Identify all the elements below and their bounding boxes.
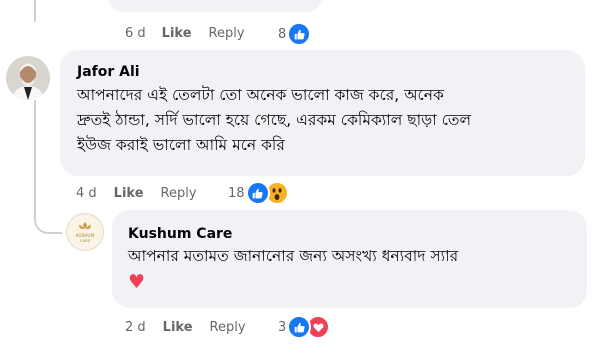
like-reaction-icon bbox=[287, 315, 312, 339]
thread-line-comment1 bbox=[34, 100, 36, 205]
previous-comment-bubble bbox=[108, 0, 322, 12]
like-button[interactable]: Like bbox=[114, 186, 144, 201]
like-button[interactable]: Like bbox=[163, 320, 193, 335]
avatar-kushum-care[interactable]: KUSHUM CARE bbox=[66, 213, 104, 251]
reaction-count: 18 bbox=[228, 185, 245, 201]
reactions-summary[interactable]: 18 bbox=[228, 181, 289, 205]
previous-comment-actions: 6 d Like Reply bbox=[125, 26, 245, 41]
reply-bubble-kushum-care: Kushum Care আপনার মতামত জানানোর জন্য অসং… bbox=[112, 210, 587, 308]
reply-text: আপনার মতামত জানানোর জন্য অসংখ্য ধন্যবাদ … bbox=[128, 247, 459, 265]
reply-button[interactable]: Reply bbox=[210, 320, 246, 335]
reactions-summary[interactable]: 3 bbox=[278, 315, 331, 339]
reaction-count: 8 bbox=[278, 26, 287, 42]
heart-emoji: ♥ bbox=[128, 271, 146, 293]
reply-button[interactable]: Reply bbox=[209, 26, 245, 41]
avatar-jafor-ali[interactable] bbox=[6, 56, 50, 100]
comment-text: আপনাদের এই তেলটা তো অনেক ভালো কাজ করে, অ… bbox=[77, 83, 582, 158]
like-button[interactable]: Like bbox=[162, 26, 192, 41]
reaction-count: 3 bbox=[278, 319, 287, 335]
comment-actions: 4 d Like Reply bbox=[76, 186, 197, 201]
reactions-summary[interactable]: 8 bbox=[278, 22, 312, 46]
reply-author[interactable]: Kushum Care bbox=[128, 226, 232, 242]
comment-time[interactable]: 6 d bbox=[125, 26, 146, 41]
reply-button[interactable]: Reply bbox=[161, 186, 197, 201]
comment-text-line: ইউজ করাই ভালো আমি মনে করি bbox=[77, 136, 285, 154]
like-reaction-icon bbox=[287, 22, 312, 46]
comment-text-line: আপনাদের এই তেলটা তো অনেক ভালো কাজ করে, অ… bbox=[77, 86, 444, 104]
svg-text:CARE: CARE bbox=[80, 238, 91, 243]
comment-bubble-jafor-ali: Jafor Ali আপনাদের এই তেলটা তো অনেক ভালো … bbox=[60, 50, 585, 176]
reply-time[interactable]: 2 d bbox=[125, 320, 146, 335]
comment-time[interactable]: 4 d bbox=[76, 186, 97, 201]
comment-author[interactable]: Jafor Ali bbox=[77, 64, 140, 80]
like-reaction-icon bbox=[245, 181, 270, 205]
thread-connector-reply bbox=[34, 205, 62, 234]
comment-text-line: দ্রুতই ঠান্ডা, সর্দি ভালো হয়ে গেছে, এরক… bbox=[77, 111, 472, 129]
thread-line-top bbox=[34, 0, 36, 22]
reply-actions: 2 d Like Reply bbox=[125, 320, 246, 335]
